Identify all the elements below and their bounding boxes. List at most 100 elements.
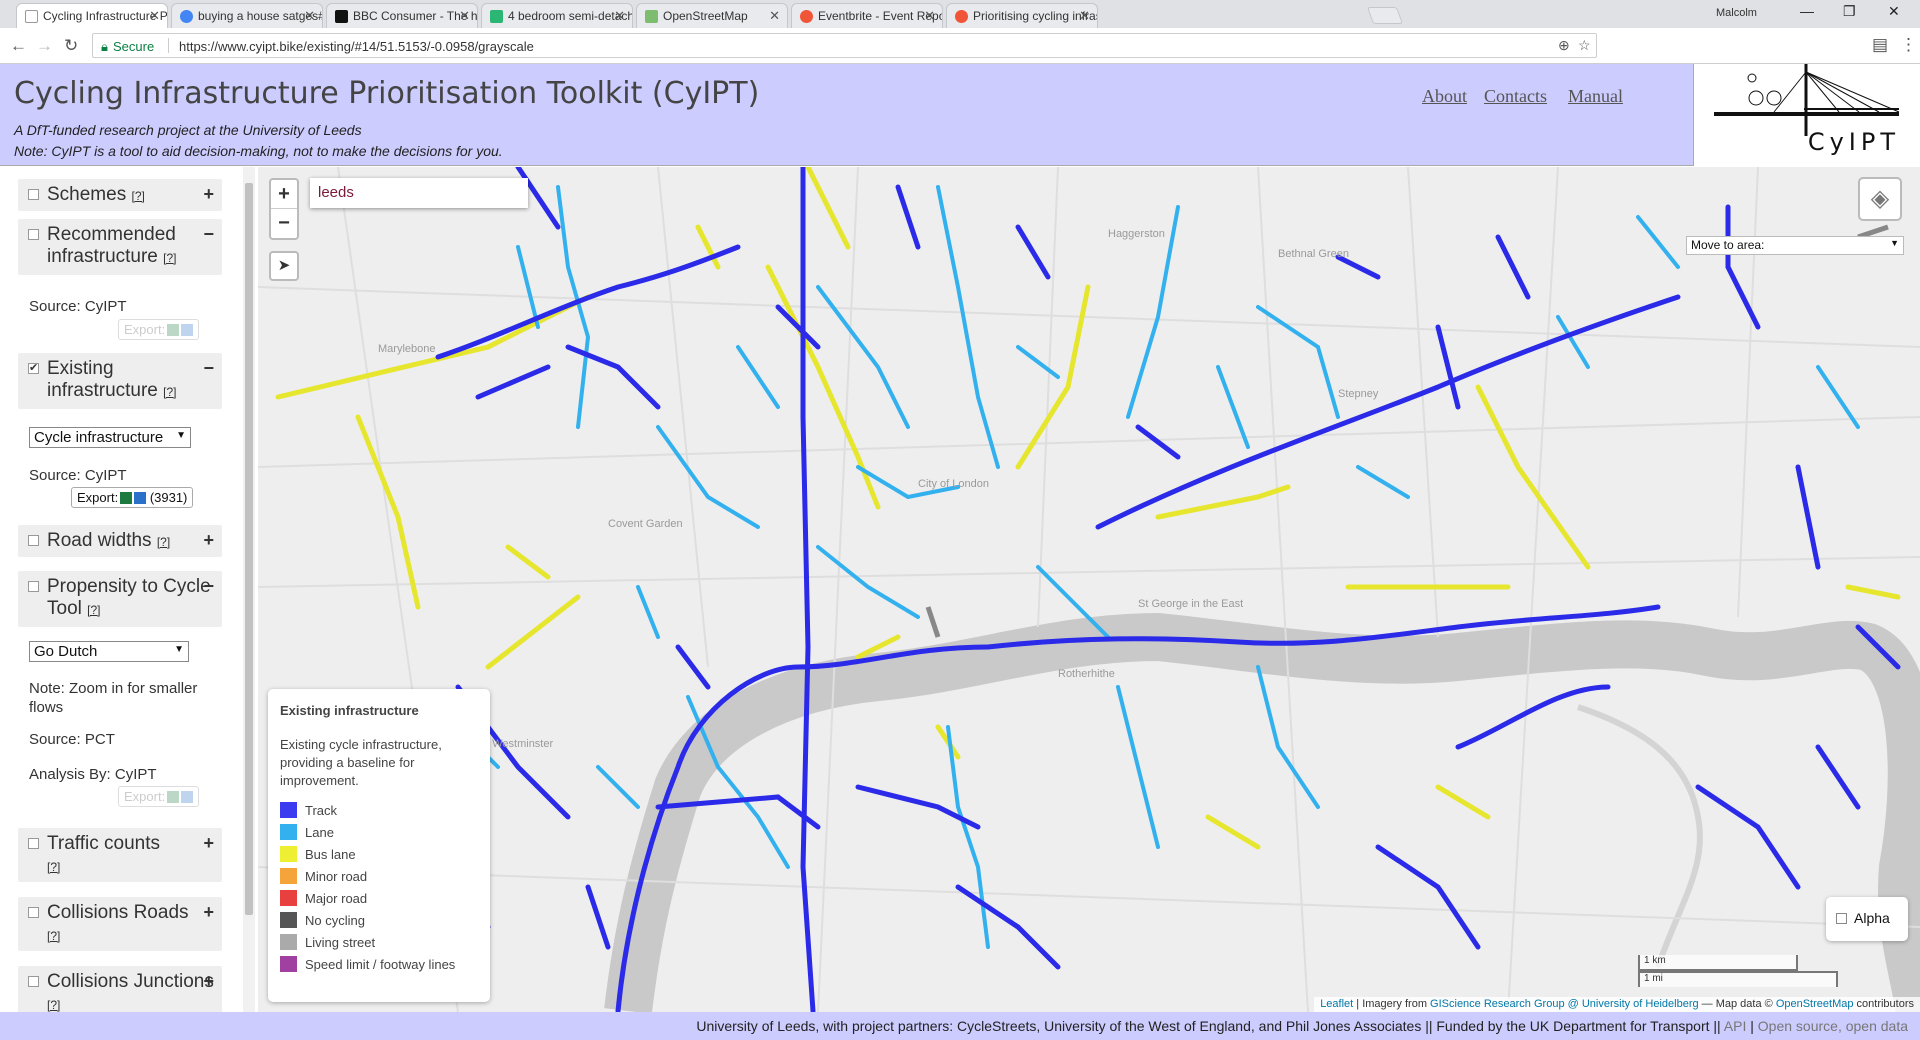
close-window-icon[interactable]: ✕: [1888, 3, 1900, 20]
expand-icon[interactable]: +: [203, 971, 214, 992]
site-header: Cycling Infrastructure Prioritisation To…: [0, 64, 1920, 166]
extension-icon[interactable]: [1811, 37, 1827, 53]
extension-icon[interactable]: D: [1840, 37, 1856, 53]
browser-tab[interactable]: OpenStreetMap ✕: [636, 3, 788, 28]
existing-infrastructure-select[interactable]: Cycle infrastructure ▼: [29, 427, 191, 448]
browser-tab[interactable]: 4 bedroom semi-detach ✕: [481, 3, 633, 28]
browser-tab[interactable]: BBC Consumer - The hon ✕: [326, 3, 478, 28]
map-view[interactable]: Marylebone Covent Garden City of London …: [258, 167, 1920, 1012]
site-title[interactable]: Cycling Infrastructure Prioritisation To…: [14, 76, 759, 111]
layer-schemes[interactable]: Schemes [?] +: [18, 179, 222, 211]
sidebar-scrollbar-thumb[interactable]: [245, 183, 253, 915]
legend-swatch: [280, 912, 297, 928]
browser-tab[interactable]: Cycling Infrastructure Pri ✕: [16, 3, 168, 28]
csv-icon[interactable]: [120, 492, 133, 504]
grammarly-icon[interactable]: G: [1724, 37, 1740, 53]
layer-existing-infrastructure[interactable]: Existing infrastructure [?] −: [18, 353, 222, 409]
park-outline: [1577, 704, 1703, 968]
expand-icon[interactable]: +: [203, 184, 214, 205]
maximize-icon[interactable]: ❐: [1843, 3, 1856, 20]
paint-icon[interactable]: ▤: [1872, 35, 1888, 55]
browser-tab-bar: Cycling Infrastructure Pri ✕ buying a ho…: [0, 0, 1920, 28]
pct-scenario-select[interactable]: Go Dutch ▼: [29, 641, 189, 662]
zoom-out-button[interactable]: −: [271, 209, 297, 238]
layer-collisions-junctions[interactable]: Collisions Junctions [?] +: [18, 966, 222, 1012]
close-tab-icon[interactable]: ✕: [304, 8, 315, 24]
help-link[interactable]: [?]: [131, 189, 144, 203]
alpha-toggle[interactable]: Alpha: [1826, 897, 1908, 941]
close-tab-icon[interactable]: ✕: [1079, 8, 1090, 24]
geojson-icon[interactable]: [134, 492, 147, 504]
reload-icon[interactable]: ↻: [64, 36, 78, 56]
url-bar[interactable]: 🔒︎ Secure https://www.cyipt.bike/existin…: [92, 33, 1597, 58]
bookmark-star-icon[interactable]: ☆: [1578, 37, 1591, 54]
export-button[interactable]: Export: (3931): [71, 487, 194, 508]
giscience-link[interactable]: GIScience Research Group @ University of…: [1430, 998, 1699, 1010]
help-link[interactable]: [?]: [157, 535, 170, 549]
close-tab-icon[interactable]: ✕: [769, 8, 780, 24]
osm-link[interactable]: OpenStreetMap: [1776, 998, 1854, 1010]
location-icon[interactable]: ⊕: [1558, 37, 1570, 54]
extension-icon[interactable]: [1753, 37, 1769, 53]
move-to-area-select[interactable]: Move to area: ▼: [1686, 236, 1904, 255]
expand-icon[interactable]: +: [203, 833, 214, 854]
cyipt-logo[interactable]: CyIPT: [1693, 64, 1920, 166]
browser-tab[interactable]: Prioritising cycling infras ✕: [946, 3, 1098, 28]
help-link[interactable]: [?]: [87, 603, 100, 617]
layer-road-widths[interactable]: Road widths [?] +: [18, 525, 222, 557]
layer-recommended-infrastructure[interactable]: Recommended infrastructure [?] −: [18, 219, 222, 275]
browser-tab[interactable]: buying a house satges# ✕: [171, 3, 323, 28]
help-link[interactable]: [?]: [163, 251, 176, 265]
expand-icon[interactable]: +: [203, 902, 214, 923]
layer-traffic-counts[interactable]: Traffic counts [?] +: [18, 828, 222, 882]
close-tab-icon[interactable]: ✕: [614, 8, 625, 24]
help-link[interactable]: [?]: [163, 385, 176, 399]
help-link[interactable]: [?]: [47, 929, 60, 943]
profile-name[interactable]: Malcolm: [1716, 7, 1757, 19]
close-tab-icon[interactable]: ✕: [149, 8, 160, 24]
site-footer: University of Leeds, with project partne…: [0, 1012, 1920, 1040]
legend-item: Lane: [280, 824, 478, 846]
new-tab-button[interactable]: [1366, 7, 1404, 24]
geolocate-button[interactable]: ➤: [269, 251, 299, 281]
layer-checkbox[interactable]: [28, 535, 39, 546]
menu-icon[interactable]: ⋮: [1900, 35, 1917, 55]
adblock-icon[interactable]: ABP: [1637, 37, 1656, 53]
zotero-icon[interactable]: Z: [1782, 37, 1798, 53]
expand-icon[interactable]: +: [203, 530, 214, 551]
back-icon[interactable]: ←: [10, 36, 27, 56]
close-tab-icon[interactable]: ✕: [924, 8, 935, 24]
help-link[interactable]: [?]: [47, 998, 60, 1012]
layer-name: Collisions Junctions [?]: [47, 971, 214, 1012]
leaflet-link[interactable]: Leaflet: [1320, 998, 1353, 1010]
api-link[interactable]: API: [1721, 1018, 1751, 1034]
layer-propensity-to-cycle[interactable]: Propensity to Cycle Tool [?] −: [18, 571, 222, 627]
bbc-icon: [335, 10, 348, 23]
close-tab-icon[interactable]: ✕: [459, 8, 470, 24]
browser-tab[interactable]: Eventbrite - Event Repor ✕: [791, 3, 943, 28]
collapse-icon[interactable]: −: [203, 576, 214, 597]
svg-text:Stepney: Stepney: [1338, 388, 1379, 400]
layers-button[interactable]: ◈: [1858, 177, 1902, 221]
url-text[interactable]: https://www.cyipt.bike/existing/#14/51.5…: [179, 39, 534, 54]
forward-icon[interactable]: →: [36, 36, 53, 56]
minimize-icon[interactable]: —: [1800, 3, 1814, 19]
layer-collisions-roads[interactable]: Collisions Roads [?] +: [18, 897, 222, 951]
collapse-icon[interactable]: −: [203, 358, 214, 379]
extension-icon[interactable]: [1608, 37, 1624, 53]
contacts-link[interactable]: Contacts: [1484, 86, 1547, 107]
layer-source: Source: PCT: [29, 731, 115, 748]
layer-name: Existing infrastructure [?]: [47, 358, 177, 401]
manual-link[interactable]: Manual: [1568, 86, 1623, 107]
zoom-in-button[interactable]: +: [271, 180, 297, 209]
open-source-link[interactable]: Open source, open data: [1754, 1018, 1908, 1034]
layer-checkbox[interactable]: [28, 189, 39, 200]
extension-icon[interactable]: [1666, 37, 1682, 53]
help-link[interactable]: [?]: [47, 860, 60, 874]
alpha-checkbox[interactable]: [1836, 913, 1847, 924]
extension-icon[interactable]: [1695, 37, 1711, 53]
map-canvas[interactable]: Marylebone Covent Garden City of London …: [258, 167, 1920, 1012]
about-link[interactable]: About: [1422, 86, 1467, 107]
map-search-input[interactable]: leeds: [310, 178, 528, 208]
collapse-icon[interactable]: −: [203, 224, 214, 245]
